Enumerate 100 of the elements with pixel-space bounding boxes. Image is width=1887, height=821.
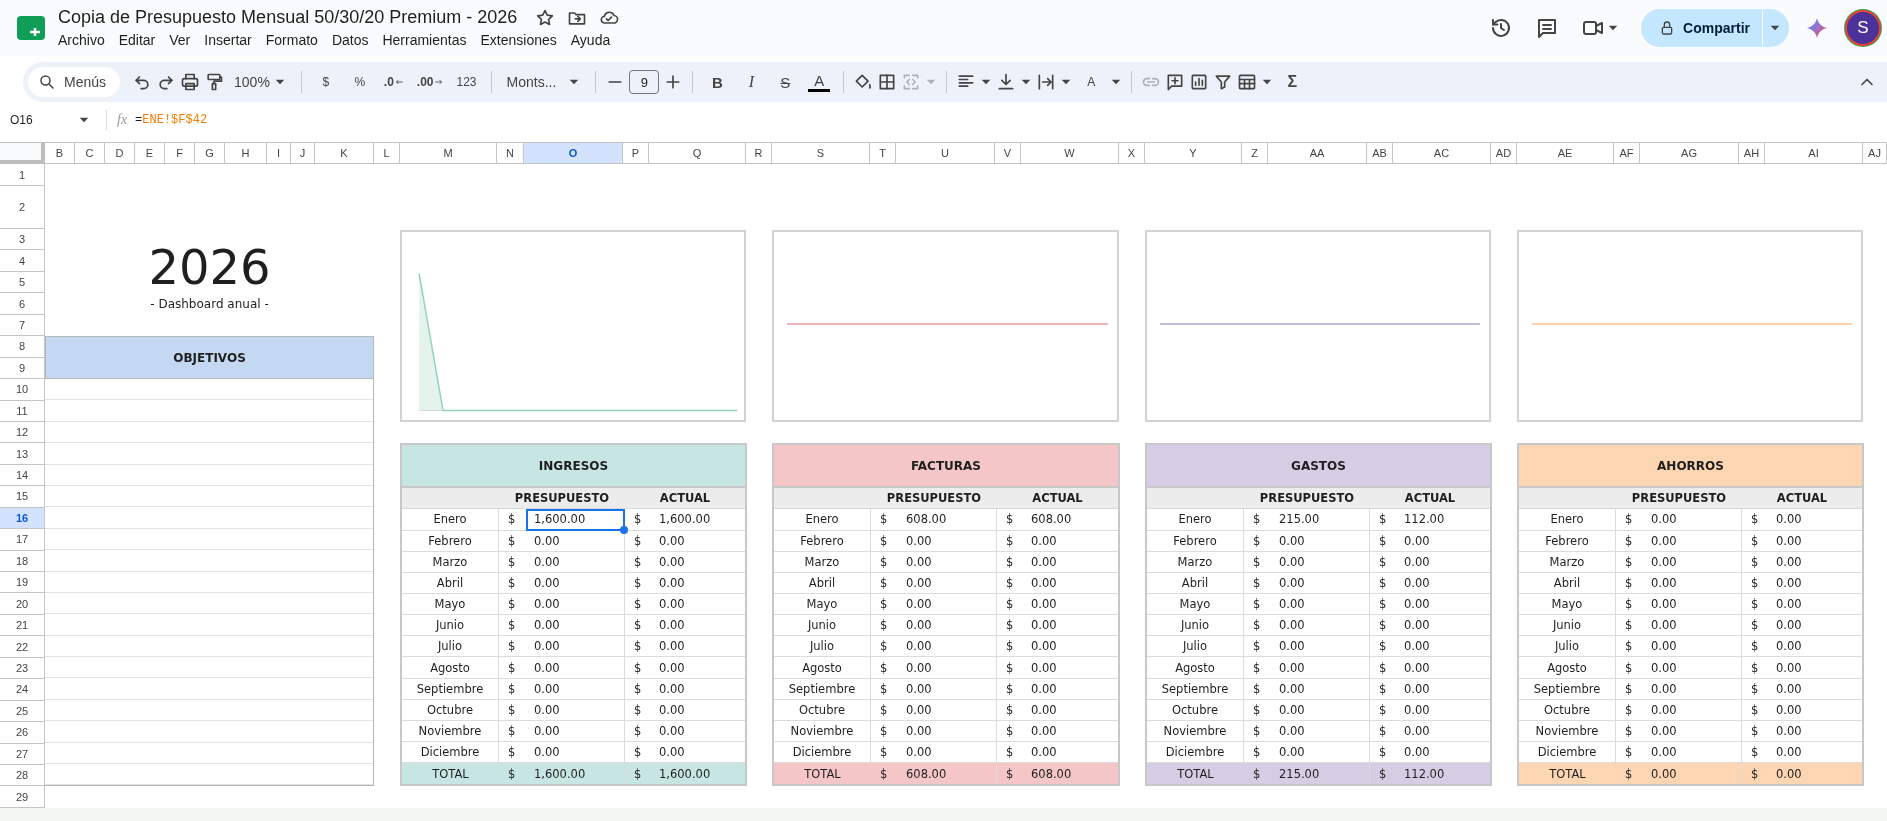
amount-cell[interactable]: 0.00 [1768, 551, 1862, 573]
amount-cell[interactable]: 0.00 [651, 530, 745, 552]
chart-icon[interactable] [1189, 72, 1210, 92]
formula-field[interactable]: =ENE!$F$42 [135, 113, 208, 127]
amount-cell[interactable]: 0.00 [1023, 636, 1118, 658]
percent-format-button[interactable]: % [344, 68, 375, 96]
amount-cell[interactable]: 0.00 [526, 720, 625, 743]
column-header[interactable]: Y [1145, 142, 1242, 164]
amount-cell[interactable]: 0.00 [1271, 615, 1370, 637]
amount-cell[interactable]: 0.00 [1023, 594, 1118, 616]
row-header[interactable]: 21 [0, 614, 45, 637]
amount-cell[interactable]: 0.00 [1768, 636, 1862, 658]
amount-cell[interactable]: 0.00 [1643, 594, 1742, 616]
amount-cell[interactable]: 0.00 [1768, 657, 1862, 679]
menu-item[interactable]: Herramientas [376, 31, 473, 49]
amount-cell[interactable]: 0.00 [1768, 594, 1862, 616]
amount-cell[interactable]: 0.00 [526, 551, 625, 573]
amount-cell[interactable]: 0.00 [1768, 572, 1862, 594]
row-header[interactable]: 19 [0, 572, 45, 594]
menu-item[interactable]: Insertar [198, 31, 258, 49]
amount-cell[interactable]: 0.00 [1396, 530, 1490, 552]
amount-cell[interactable]: 0.00 [898, 720, 997, 743]
star-icon[interactable] [535, 7, 556, 28]
text-wrap-icon[interactable] [1036, 72, 1057, 92]
amount-cell[interactable]: 0.00 [651, 572, 745, 594]
amount-cell[interactable]: 0.00 [1023, 615, 1118, 637]
column-header[interactable]: L [374, 142, 400, 164]
column-header[interactable]: U [896, 142, 995, 164]
amount-cell[interactable]: 0.00 [526, 572, 625, 594]
column-header[interactable]: S [772, 142, 870, 164]
amount-cell[interactable]: 0.00 [1768, 699, 1862, 721]
number-format-button[interactable]: 123 [451, 68, 482, 96]
row-header[interactable]: 20 [0, 593, 45, 615]
amount-cell[interactable]: 0.00 [1768, 530, 1862, 552]
amount-cell[interactable]: 0.00 [1643, 572, 1742, 594]
amount-cell[interactable]: 0.00 [1643, 678, 1742, 700]
italic-button[interactable]: I [736, 68, 767, 96]
avatar[interactable]: S [1845, 10, 1881, 46]
amount-cell[interactable]: 0.00 [898, 678, 997, 700]
menu-item[interactable]: Datos [325, 31, 375, 49]
fill-handle[interactable] [620, 525, 628, 534]
column-header[interactable]: W [1021, 142, 1119, 164]
amount-cell[interactable]: 0.00 [898, 551, 997, 573]
row-header[interactable]: 3 [0, 229, 45, 251]
amount-cell[interactable]: 0.00 [898, 699, 997, 721]
amount-cell[interactable]: 0.00 [1396, 657, 1490, 679]
amount-cell[interactable]: 0.00 [898, 615, 997, 637]
amount-cell[interactable]: 112.00 [1396, 509, 1490, 531]
amount-cell[interactable]: 0.00 [1271, 572, 1370, 594]
column-header[interactable]: K [315, 142, 374, 164]
amount-cell[interactable]: 0.00 [526, 530, 625, 552]
sparkle-icon[interactable] [1805, 16, 1829, 40]
menu-search-field[interactable]: Menús [28, 67, 121, 97]
table-icon[interactable] [1237, 72, 1258, 92]
row-header[interactable]: 18 [0, 550, 45, 572]
row-header[interactable]: 6 [0, 293, 45, 315]
functions-button[interactable]: Σ [1277, 68, 1308, 96]
column-header[interactable]: AI [1765, 142, 1863, 164]
row-header[interactable]: 23 [0, 657, 45, 680]
bold-button[interactable]: B [702, 68, 733, 96]
amount-cell[interactable]: 0.00 [1271, 720, 1370, 743]
row-header[interactable]: 17 [0, 529, 45, 551]
borders-icon[interactable] [877, 72, 898, 92]
zoom-dropdown[interactable]: 100% [228, 68, 292, 96]
row-header[interactable]: 27 [0, 743, 45, 765]
column-header[interactable]: X [1119, 142, 1145, 164]
amount-cell[interactable]: 0.00 [1396, 615, 1490, 637]
column-header[interactable]: G [195, 142, 225, 164]
name-box[interactable]: O16 [10, 113, 100, 127]
column-header[interactable]: Z [1242, 142, 1268, 164]
amount-cell[interactable]: 0.00 [1271, 657, 1370, 679]
amount-cell[interactable]: 608.00 [898, 509, 997, 531]
amount-cell[interactable]: 0.00 [1768, 678, 1862, 700]
amount-cell[interactable]: 0.00 [1643, 657, 1742, 679]
column-header[interactable]: R [746, 142, 772, 164]
increase-decimals-button[interactable]: .00 [412, 68, 448, 96]
amount-cell[interactable]: 0.00 [526, 678, 625, 700]
amount-cell[interactable]: 0.00 [1023, 530, 1118, 552]
amount-cell[interactable]: 0.00 [898, 572, 997, 594]
column-header[interactable]: H [225, 142, 267, 164]
column-header[interactable]: AG [1640, 142, 1739, 164]
amount-cell[interactable]: 0.00 [1768, 509, 1862, 531]
amount-cell[interactable]: 0.00 [1643, 720, 1742, 743]
column-header[interactable]: AJ [1863, 142, 1887, 164]
amount-cell[interactable]: 0.00 [526, 636, 625, 658]
decrease-decimals-button[interactable]: .0 [378, 68, 409, 96]
amount-cell[interactable]: 0.00 [651, 699, 745, 721]
column-header[interactable]: O [524, 142, 623, 164]
amount-cell[interactable]: 215.00 [1271, 509, 1370, 531]
amount-cell[interactable]: 0.00 [1396, 699, 1490, 721]
column-header[interactable]: AB [1367, 142, 1393, 164]
menu-item[interactable]: Ver [163, 31, 197, 49]
row-header[interactable]: 10 [0, 379, 45, 401]
menu-item[interactable]: Ayuda [564, 31, 617, 49]
amount-cell[interactable]: 0.00 [898, 657, 997, 679]
amount-cell[interactable]: 0.00 [1396, 678, 1490, 700]
amount-cell[interactable]: 0.00 [526, 594, 625, 616]
row-header[interactable]: 12 [0, 421, 45, 444]
menu-item[interactable]: Editar [112, 31, 162, 49]
column-header[interactable]: F [165, 142, 195, 164]
